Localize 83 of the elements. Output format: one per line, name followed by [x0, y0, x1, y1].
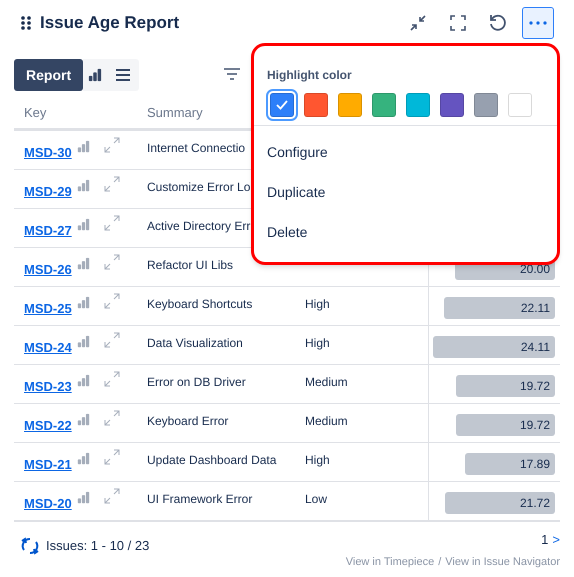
- summary-text: Active Directory Err: [147, 219, 250, 233]
- more-icon: [529, 21, 547, 25]
- color-swatch[interactable]: [474, 93, 498, 117]
- priority-text: High: [305, 336, 330, 350]
- filter-icon[interactable]: [223, 68, 242, 82]
- bar-chart-icon: [76, 296, 90, 309]
- expand-icon[interactable]: [104, 137, 120, 153]
- priority-text: High: [305, 453, 330, 467]
- report-title: Issue Age Report: [40, 12, 180, 34]
- column-header: Summary: [147, 104, 203, 122]
- color-swatch[interactable]: [406, 93, 430, 117]
- bar-chart-icon: [76, 374, 90, 387]
- color-swatch[interactable]: [440, 93, 464, 117]
- refresh-icon[interactable]: [20, 536, 40, 556]
- check-icon: [276, 100, 288, 110]
- color-swatch[interactable]: [508, 93, 532, 117]
- issue-key-link[interactable]: MSD-23: [24, 377, 72, 396]
- issue-key-link[interactable]: MSD-26: [24, 260, 72, 280]
- menu-item[interactable]: Configure: [254, 132, 557, 172]
- list-icon: [116, 69, 130, 81]
- bar-chart-icon: [76, 452, 90, 465]
- report-button[interactable]: Report: [14, 59, 84, 91]
- summary-text: Internet Connectio: [147, 141, 246, 155]
- issue-key-link[interactable]: MSD-24: [24, 338, 72, 358]
- priority-text: Medium: [305, 375, 348, 389]
- menu-item[interactable]: Delete: [254, 212, 557, 252]
- age-bar: 19.72: [456, 414, 555, 436]
- issue-key-link[interactable]: MSD-30: [24, 143, 72, 162]
- bar-chart-icon: [88, 68, 102, 82]
- bar-chart-icon: [76, 179, 90, 192]
- issue-key-link[interactable]: MSD-27: [24, 221, 72, 240]
- expand-icon[interactable]: [104, 488, 120, 504]
- age-bar: 19.72: [456, 375, 555, 397]
- age-bar: 17.89: [464, 453, 555, 475]
- bar-chart-icon: [76, 335, 90, 348]
- summary-text: Customize Error Lo: [147, 180, 250, 194]
- priority-text: Medium: [305, 414, 348, 428]
- issue-key-link[interactable]: MSD-25: [24, 299, 72, 318]
- next-page-link[interactable]: >: [552, 530, 560, 550]
- issue-key-link[interactable]: MSD-20: [24, 494, 72, 514]
- issue-key-link[interactable]: MSD-29: [24, 182, 72, 202]
- chart-view-button[interactable]: [83, 59, 108, 91]
- summary-text: Data Visualization: [147, 336, 243, 350]
- age-bar: 24.11: [433, 336, 555, 358]
- issue-key-link[interactable]: MSD-22: [24, 416, 72, 436]
- issues-count: Issues: 1 - 10 / 23: [46, 537, 150, 556]
- issue-navigator-link[interactable]: View in Issue Navigator: [445, 554, 560, 570]
- summary-text: Keyboard Error: [147, 414, 228, 428]
- separator-text: /: [438, 554, 442, 570]
- issue-key-link[interactable]: MSD-21: [24, 455, 72, 474]
- column-header: Key: [23, 104, 48, 122]
- drag-handle-icon[interactable]: [20, 16, 32, 30]
- more-button[interactable]: [522, 7, 554, 39]
- timepiece-link[interactable]: View in Timepiece: [346, 554, 434, 570]
- summary-text: Error on DB Driver: [147, 375, 246, 389]
- summary-text: Update Dashboard Data: [147, 453, 276, 467]
- expand-icon[interactable]: [104, 254, 120, 270]
- expand-icon[interactable]: [104, 176, 120, 192]
- color-swatch[interactable]: [304, 93, 328, 117]
- color-swatch[interactable]: [372, 93, 396, 117]
- color-swatch[interactable]: [338, 93, 362, 117]
- expand-icon[interactable]: [104, 293, 120, 309]
- expand-icon[interactable]: [104, 449, 120, 465]
- page-number[interactable]: 1: [541, 530, 548, 550]
- expand-icon[interactable]: [104, 215, 120, 231]
- bar-chart-icon: [76, 413, 90, 426]
- bar-chart-icon: [76, 218, 90, 231]
- bar-chart-icon: [76, 140, 90, 153]
- priority-text: High: [305, 297, 330, 311]
- summary-text: Refactor UI Libs: [147, 258, 234, 272]
- expand-icon[interactable]: [104, 410, 120, 426]
- summary-text: Keyboard Shortcuts: [147, 297, 252, 311]
- expand-icon[interactable]: [104, 332, 120, 348]
- list-view-button[interactable]: [107, 59, 140, 91]
- expand-icon[interactable]: [104, 371, 120, 387]
- bar-chart-icon: [76, 491, 90, 504]
- summary-text: UI Framework Error: [147, 492, 252, 506]
- priority-text: Low: [305, 492, 328, 506]
- age-bar: 22.11: [444, 297, 555, 319]
- menu-heading: Highlight color: [266, 67, 353, 84]
- menu-item[interactable]: Duplicate: [254, 172, 557, 212]
- bar-chart-icon: [76, 257, 90, 270]
- age-bar: 21.72: [445, 492, 555, 514]
